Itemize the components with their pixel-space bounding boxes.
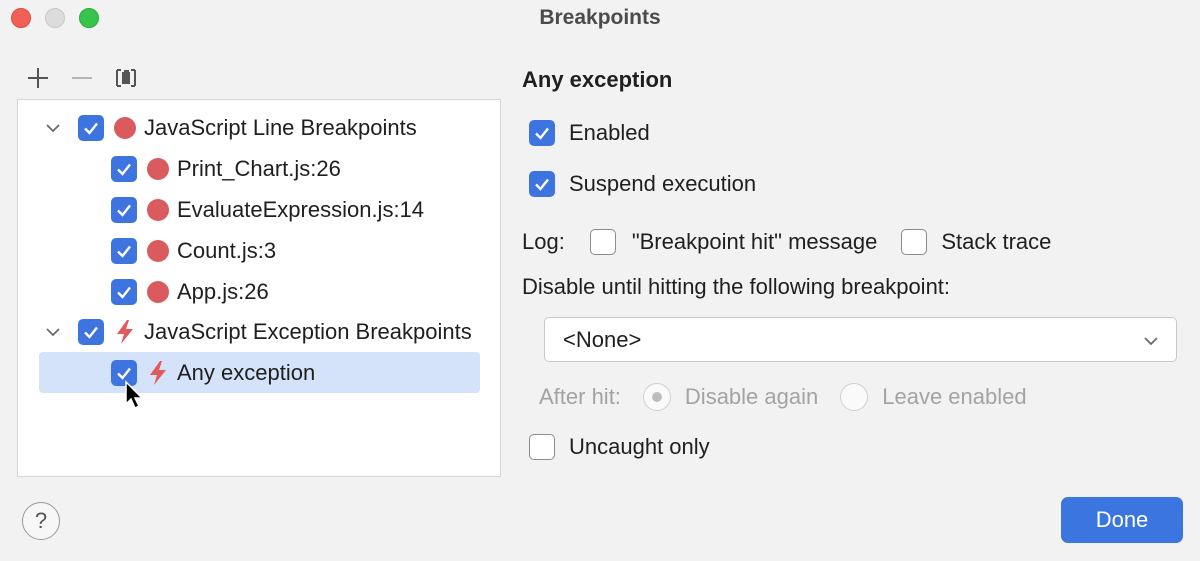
tree-item[interactable]: Count.js:3 <box>111 232 276 270</box>
check-icon <box>535 178 549 191</box>
lightning-icon <box>117 320 133 344</box>
help-icon: ? <box>34 508 48 533</box>
breakpoint-dot-icon <box>147 199 169 221</box>
suspend-label: Suspend execution <box>569 171 757 196</box>
tree-group-label: JavaScript Line Breakpoints <box>144 115 417 140</box>
check-icon <box>117 163 131 176</box>
group-line-checkbox[interactable] <box>78 115 104 141</box>
check-icon <box>535 127 549 140</box>
disable-until-value: <None> <box>563 326 642 352</box>
tree-group-label: JavaScript Exception Breakpoints <box>144 319 472 344</box>
chevron-down-icon[interactable] <box>44 119 62 137</box>
enabled-option[interactable]: Enabled <box>529 120 650 146</box>
enabled-label: Enabled <box>569 120 650 145</box>
after-hit-label: After hit: <box>539 384 621 409</box>
tree-item[interactable]: EvaluateExpression.js:14 <box>111 191 424 229</box>
check-icon <box>117 204 131 217</box>
breakpoint-dot-icon <box>114 117 136 139</box>
group-by-file-button[interactable] <box>112 64 140 92</box>
details-title: Any exception <box>522 67 673 92</box>
check-icon <box>117 286 131 299</box>
tree-item-label: App.js:26 <box>177 279 269 304</box>
breakpoint-dot-icon <box>147 240 169 262</box>
uncaught-checkbox[interactable] <box>529 434 555 460</box>
disable-again-radio[interactable] <box>642 383 671 411</box>
enabled-checkbox[interactable] <box>529 120 555 146</box>
remove-breakpoint-button[interactable] <box>68 64 96 92</box>
disable-again-label: Disable again <box>684 384 819 409</box>
check-icon <box>84 326 98 339</box>
chevron-down-icon[interactable] <box>44 323 62 341</box>
item-checkbox[interactable] <box>111 238 137 264</box>
item-checkbox[interactable] <box>111 197 137 223</box>
tree-item-label: Print_Chart.js:26 <box>177 156 341 181</box>
suspend-checkbox[interactable] <box>529 171 555 197</box>
chevron-down-icon <box>1144 337 1158 346</box>
leave-enabled-radio[interactable] <box>840 383 869 411</box>
tree-item-label: EvaluateExpression.js:14 <box>177 197 425 222</box>
tree-item-label: Any exception <box>177 359 316 385</box>
lightning-icon <box>150 360 166 385</box>
check-icon <box>84 122 98 135</box>
group-exception-checkbox[interactable] <box>78 319 104 345</box>
log-label: Log: <box>522 229 565 254</box>
done-button[interactable]: Done <box>1061 497 1183 543</box>
tree-item[interactable]: App.js:26 <box>111 273 269 311</box>
breakpoint-dot-icon <box>147 158 169 180</box>
item-checkbox[interactable] <box>111 156 137 182</box>
tree-group-exception-breakpoints[interactable]: JavaScript Exception Breakpoints <box>78 313 472 351</box>
disable-until-label: Disable until hitting the following brea… <box>522 274 951 299</box>
leave-enabled-label: Leave enabled <box>882 384 1027 409</box>
tree-item[interactable]: Print_Chart.js:26 <box>111 150 341 188</box>
stack-trace-checkbox[interactable] <box>901 229 928 255</box>
log-row: Log: "Breakpoint hit" message Stack trac… <box>522 229 1051 255</box>
after-hit-row: After hit: Disable again Leave enabled <box>539 383 1027 411</box>
mouse-cursor-icon <box>125 380 144 410</box>
add-breakpoint-button[interactable] <box>24 64 52 92</box>
uncaught-option[interactable]: Uncaught only <box>529 434 710 460</box>
log-message-label: "Breakpoint hit" message <box>631 229 878 254</box>
minus-icon <box>72 77 92 79</box>
disable-until-select[interactable]: <None> <box>544 317 1177 362</box>
breakpoint-dot-icon <box>147 281 169 303</box>
tree-item-label: Count.js:3 <box>177 238 277 263</box>
plus-icon <box>28 68 48 88</box>
log-message-checkbox[interactable] <box>589 229 616 255</box>
item-checkbox[interactable] <box>111 279 137 305</box>
stack-trace-label: Stack trace <box>941 229 1052 254</box>
suspend-option[interactable]: Suspend execution <box>529 171 756 197</box>
check-icon <box>117 367 131 380</box>
tree-item-selected[interactable]: Any exception <box>39 352 480 393</box>
uncaught-label: Uncaught only <box>569 434 710 459</box>
group-by-file-icon <box>116 69 136 87</box>
check-icon <box>117 245 131 258</box>
window-title: Breakpoints <box>539 6 661 29</box>
help-button[interactable]: ? <box>22 502 60 540</box>
tree-group-line-breakpoints[interactable]: JavaScript Line Breakpoints <box>78 109 417 147</box>
title-bar: Breakpoints <box>0 0 1200 38</box>
breakpoints-tree[interactable]: JavaScript Line Breakpoints Print_Chart.… <box>17 99 501 477</box>
